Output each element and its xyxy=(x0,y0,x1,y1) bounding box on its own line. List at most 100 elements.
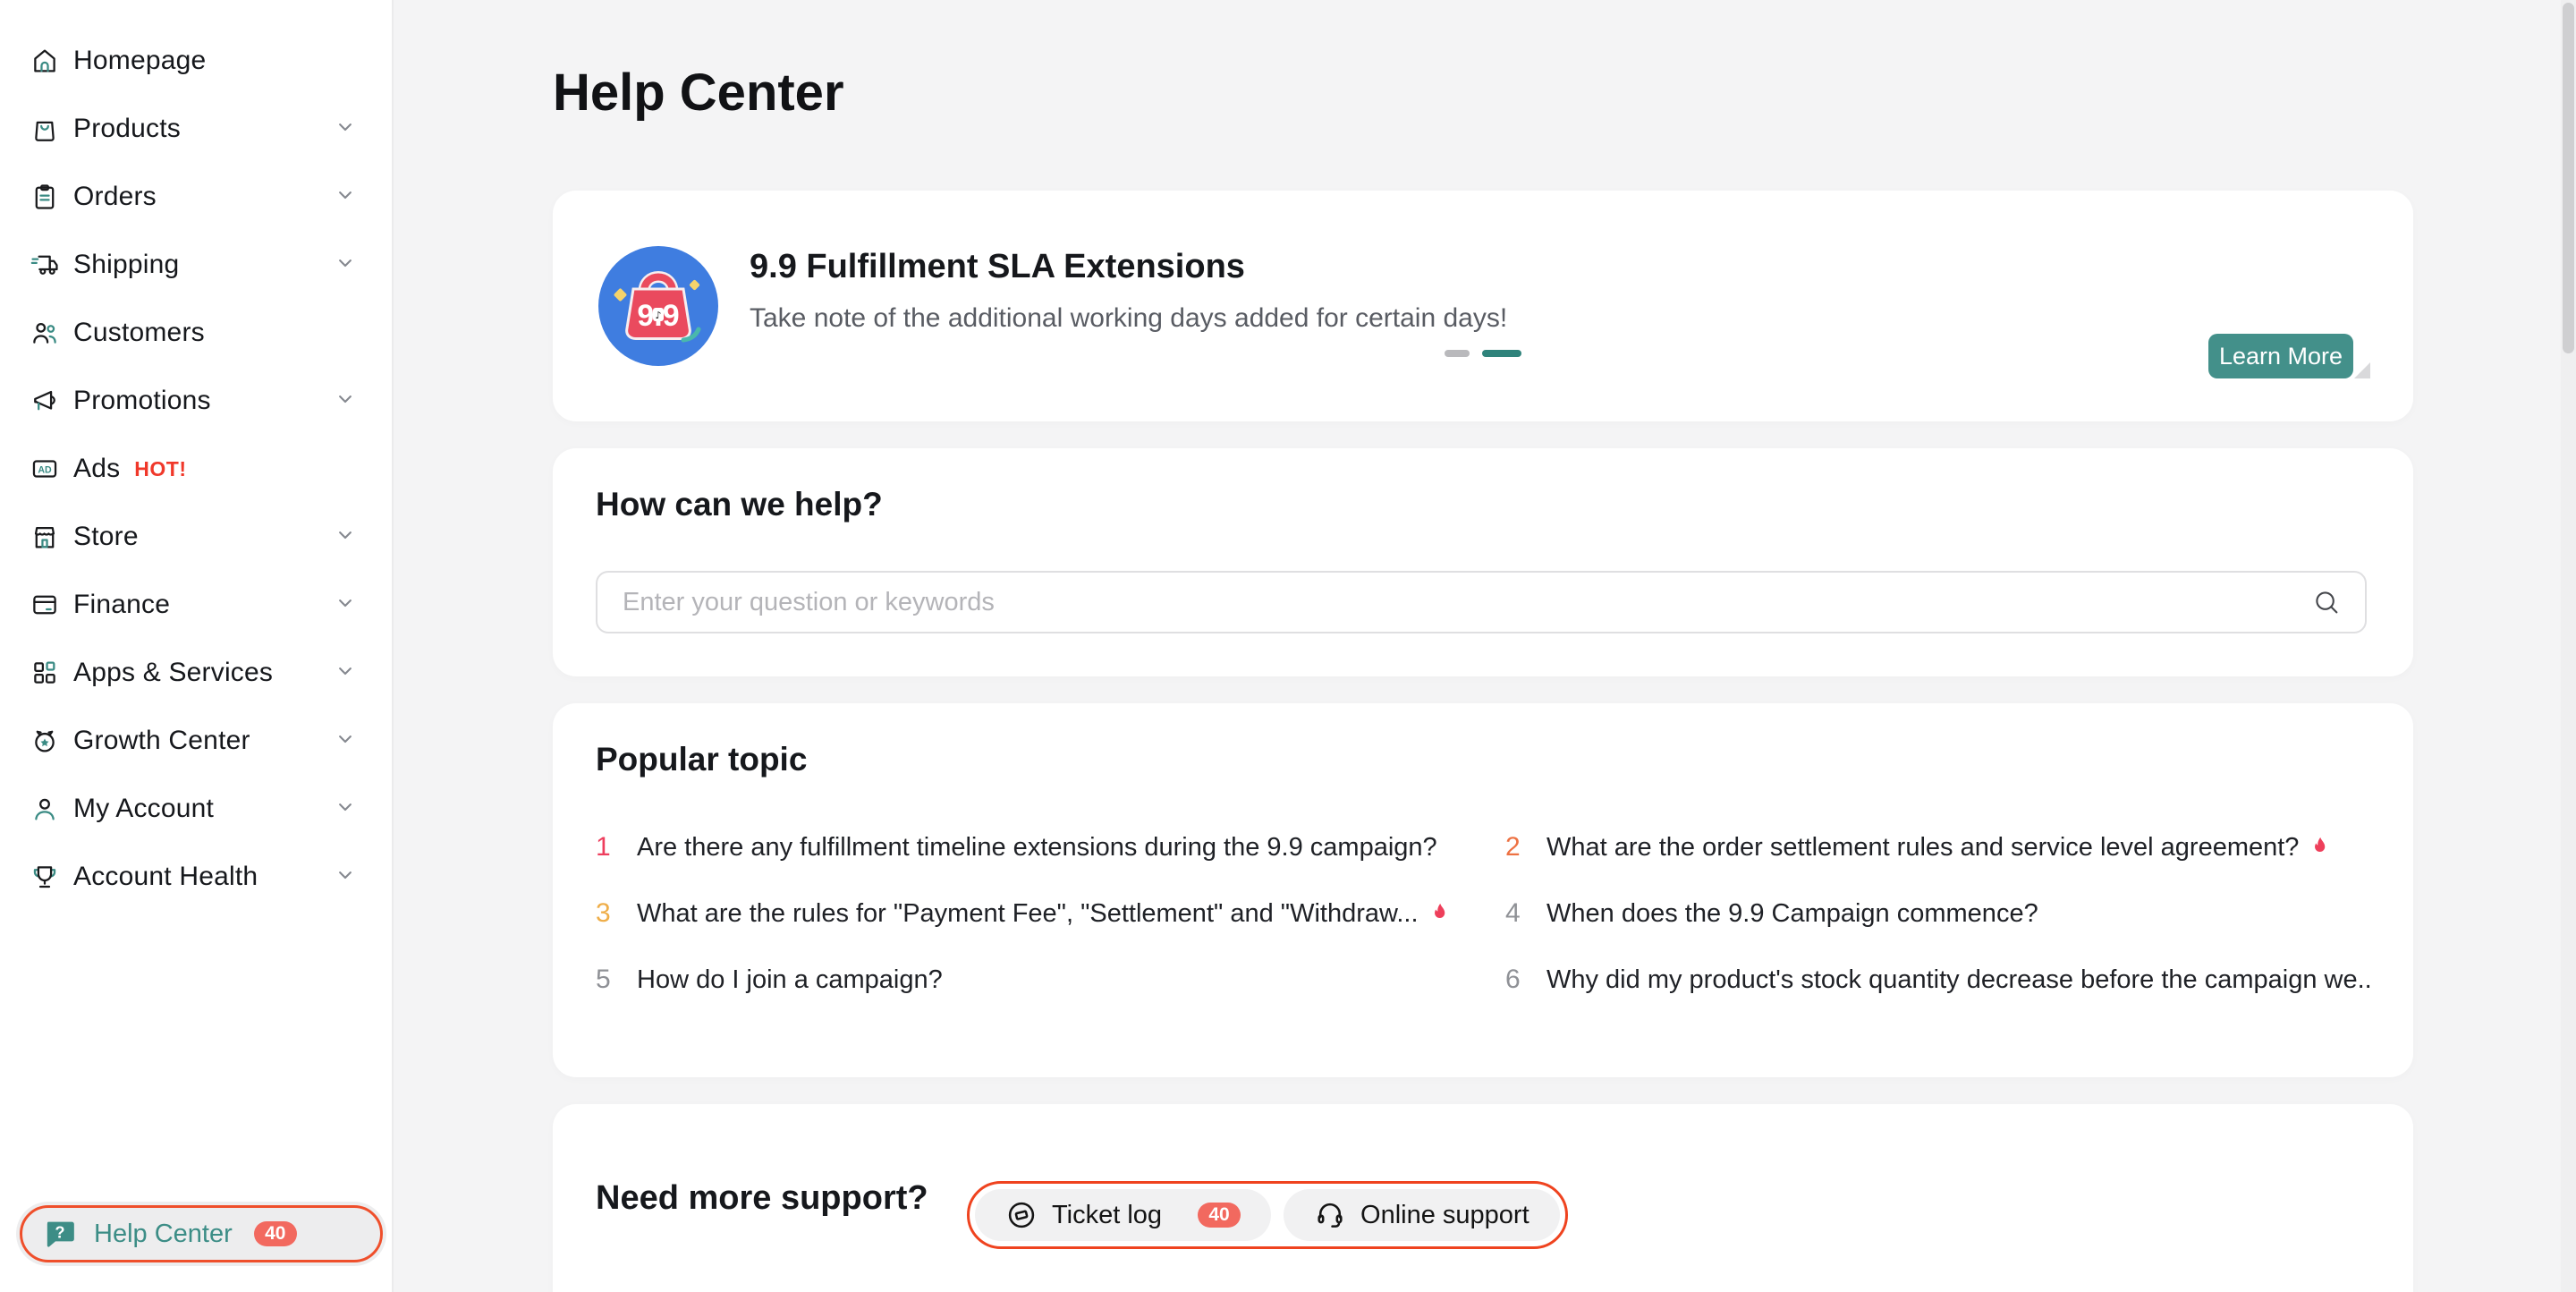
store-icon xyxy=(30,522,60,552)
sidebar-item-products[interactable]: Products xyxy=(0,95,392,163)
ticket-log-button[interactable]: Ticket log 40 xyxy=(975,1189,1271,1241)
svg-text:♪: ♪ xyxy=(655,310,661,321)
banner-subtitle: Take note of the additional working days… xyxy=(750,303,1507,334)
chevron-down-icon xyxy=(333,523,358,552)
chevron-down-icon xyxy=(333,591,358,620)
help-chat-icon: ? xyxy=(42,1216,78,1252)
topic-text: Are there any fulfillment timeline exten… xyxy=(637,833,1437,863)
orders-clipboard-icon xyxy=(30,182,60,212)
sidebar-item-promotions[interactable]: Promotions xyxy=(0,367,392,435)
chevron-down-icon xyxy=(333,727,358,756)
scrollbar-thumb[interactable] xyxy=(2563,3,2574,353)
shipping-truck-icon xyxy=(30,250,60,280)
ticket-log-count-badge: 40 xyxy=(1198,1203,1241,1228)
chevron-down-icon xyxy=(333,183,358,212)
sidebar-item-shipping[interactable]: Shipping xyxy=(0,231,392,299)
sidebar-item-label: Customers xyxy=(73,318,205,348)
sidebar-nav: Homepage Products Orders xyxy=(0,0,392,911)
sidebar-item-label: Orders xyxy=(73,182,157,212)
popular-topic-card: Popular topic 1 Are there any fulfillmen… xyxy=(553,703,2413,1077)
svg-text:?: ? xyxy=(55,1222,64,1241)
my-account-icon xyxy=(30,794,60,824)
account-health-trophy-icon xyxy=(30,862,60,892)
search-heading: How can we help? xyxy=(596,486,883,523)
search-card: How can we help? xyxy=(553,448,2413,676)
search-icon[interactable] xyxy=(2311,587,2342,617)
main-content: Help Center 9.9 ♪ 9.9 Fulfillment SLA Ex… xyxy=(395,0,2576,1292)
sidebar-item-account-health[interactable]: Account Health xyxy=(0,843,392,911)
sidebar-item-apps-services[interactable]: Apps & Services xyxy=(0,639,392,707)
sidebar-item-label: Finance xyxy=(73,590,170,620)
search-box xyxy=(596,571,2367,633)
topic-item-3[interactable]: 3 What are the rules for "Payment Fee", … xyxy=(596,900,1461,927)
chevron-down-icon xyxy=(333,387,358,416)
hot-badge: HOT! xyxy=(134,457,186,481)
banner-corner-fold xyxy=(2354,362,2370,378)
campaign-9-9-bag-icon: 9.9 ♪ xyxy=(596,243,721,369)
topic-text: What are the rules for "Payment Fee", "S… xyxy=(637,899,1419,929)
sidebar-item-growth-center[interactable]: Growth Center xyxy=(0,707,392,775)
carousel-dot-inactive[interactable] xyxy=(1445,350,1470,357)
carousel-indicators xyxy=(1445,350,1521,357)
growth-center-icon xyxy=(30,726,60,756)
hot-flame-icon xyxy=(2308,834,2333,861)
topic-number: 6 xyxy=(1505,965,1546,995)
topic-text: When does the 9.9 Campaign commence? xyxy=(1546,899,2038,929)
ticket-log-label: Ticket log xyxy=(1052,1201,1162,1230)
sidebar-item-store[interactable]: Store xyxy=(0,503,392,571)
banner-title: 9.9 Fulfillment SLA Extensions xyxy=(750,248,1245,286)
page-title: Help Center xyxy=(553,63,844,123)
topic-number: 2 xyxy=(1505,832,1546,863)
sidebar-item-label: Shipping xyxy=(73,250,179,280)
customers-icon xyxy=(30,318,60,348)
help-center-button[interactable]: ? Help Center 40 xyxy=(16,1202,386,1266)
topic-text: What are the order settlement rules and … xyxy=(1546,833,2299,863)
popular-topic-heading: Popular topic xyxy=(596,741,807,778)
finance-card-icon xyxy=(30,590,60,620)
sidebar: Homepage Products Orders xyxy=(0,0,394,1292)
products-bag-icon xyxy=(30,114,60,144)
hot-flame-icon xyxy=(1428,900,1453,927)
chevron-down-icon xyxy=(333,659,358,688)
sidebar-item-label: Store xyxy=(73,522,139,552)
sidebar-item-label: Homepage xyxy=(73,46,206,76)
sidebar-item-label: Ads xyxy=(73,454,120,484)
online-support-button[interactable]: Online support xyxy=(1284,1189,1560,1241)
carousel-dot-active[interactable] xyxy=(1482,350,1521,357)
topic-item-2[interactable]: 2 What are the order settlement rules an… xyxy=(1505,834,2370,861)
sidebar-item-my-account[interactable]: My Account xyxy=(0,775,392,843)
online-support-label: Online support xyxy=(1360,1201,1530,1230)
sidebar-item-label: Products xyxy=(73,114,181,144)
sidebar-item-label: Growth Center xyxy=(73,726,250,756)
support-button-group: Ticket log 40 Online support xyxy=(967,1181,1568,1249)
sidebar-item-orders[interactable]: Orders xyxy=(0,163,392,231)
ads-icon: AD xyxy=(30,454,60,484)
topic-item-6[interactable]: 6 Why did my product's stock quantity de… xyxy=(1505,966,2370,993)
topic-number: 3 xyxy=(596,898,637,929)
sidebar-item-ads[interactable]: AD Ads HOT! xyxy=(0,435,392,503)
headset-icon xyxy=(1314,1199,1346,1231)
sidebar-item-finance[interactable]: Finance xyxy=(0,571,392,639)
learn-more-button[interactable]: Learn More xyxy=(2208,334,2353,378)
topic-item-4[interactable]: 4 When does the 9.9 Campaign commence? xyxy=(1505,900,2370,927)
chevron-down-icon xyxy=(333,251,358,280)
sidebar-item-label: Account Health xyxy=(73,862,258,892)
banner-card: 9.9 ♪ 9.9 Fulfillment SLA Extensions Tak… xyxy=(553,191,2413,421)
sidebar-item-homepage[interactable]: Homepage xyxy=(0,27,392,95)
chevron-down-icon xyxy=(333,795,358,824)
topic-text: How do I join a campaign? xyxy=(637,965,943,995)
sidebar-item-label: My Account xyxy=(73,794,214,824)
topic-item-5[interactable]: 5 How do I join a campaign? xyxy=(596,966,1461,993)
topic-item-1[interactable]: 1 Are there any fulfillment timeline ext… xyxy=(596,834,1461,861)
help-center-label: Help Center xyxy=(94,1220,233,1249)
topic-number: 1 xyxy=(596,832,637,863)
topic-text: Why did my product's stock quantity decr… xyxy=(1546,965,2370,995)
search-input[interactable] xyxy=(597,588,2311,617)
topic-number: 4 xyxy=(1505,898,1546,929)
apps-grid-icon xyxy=(30,658,60,688)
support-card: Need more support? Ticket log 40 Online … xyxy=(553,1104,2413,1292)
promotions-megaphone-icon xyxy=(30,386,60,416)
help-center-count-badge: 40 xyxy=(254,1221,297,1246)
sidebar-item-customers[interactable]: Customers xyxy=(0,299,392,367)
chevron-down-icon xyxy=(333,115,358,144)
